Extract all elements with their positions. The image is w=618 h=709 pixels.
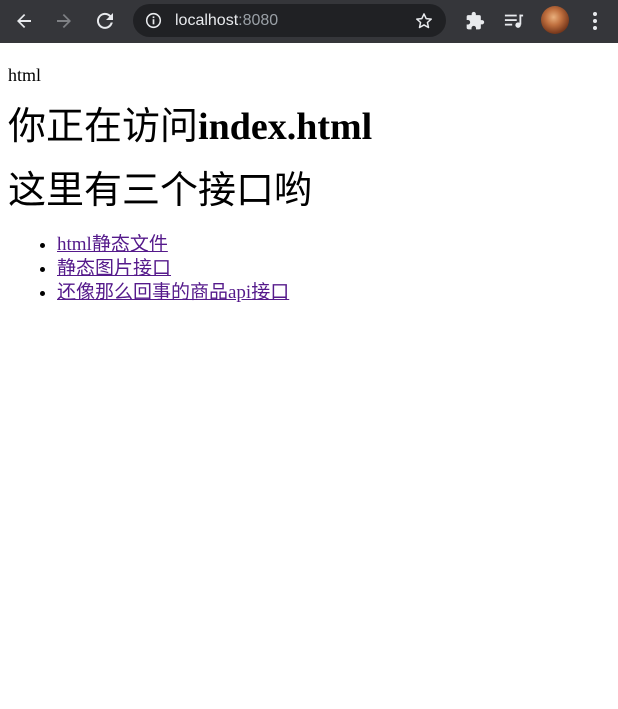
list-item: 还像那么回事的商品api接口 [57,281,608,305]
reload-button[interactable] [90,6,120,36]
media-controls-button[interactable] [500,7,528,35]
page-subtitle: 这里有三个接口哟 [8,170,313,212]
link-static-image[interactable]: 静态图片接口 [57,258,171,279]
puzzle-icon [466,11,485,30]
forward-button[interactable] [49,6,79,36]
extensions-button[interactable] [461,7,489,35]
url-host: localhost [175,12,239,29]
page-title: 你正在访问index.html [8,105,608,149]
page-label: html [8,65,42,85]
list-item: 静态图片接口 [57,257,608,281]
menu-button[interactable] [581,7,609,35]
page-title-filename: index.html [198,106,373,148]
address-bar[interactable]: localhost:8080 [133,4,446,37]
link-list: html静态文件 静态图片接口 还像那么回事的商品api接口 [8,233,608,305]
page-title-prefix: 你正在访问 [8,106,199,148]
url-text[interactable]: localhost:8080 [175,11,278,30]
arrow-right-icon [57,14,71,28]
back-button[interactable] [9,6,39,36]
reload-icon [96,12,113,29]
page-content: html 你正在访问index.html 这里有三个接口哟 html静态文件 静… [8,43,608,305]
playlist-icon [504,14,524,28]
avatar[interactable] [541,6,569,34]
link-product-api[interactable]: 还像那么回事的商品api接口 [57,282,289,303]
kebab-menu-icon [593,12,597,30]
info-icon[interactable] [145,12,162,29]
link-html-static[interactable]: html静态文件 [57,234,168,255]
arrow-left-icon [17,14,31,28]
star-icon[interactable] [414,11,434,31]
url-port: :8080 [238,12,279,29]
list-item: html静态文件 [57,233,608,257]
browser-toolbar: localhost:8080 [0,0,618,43]
